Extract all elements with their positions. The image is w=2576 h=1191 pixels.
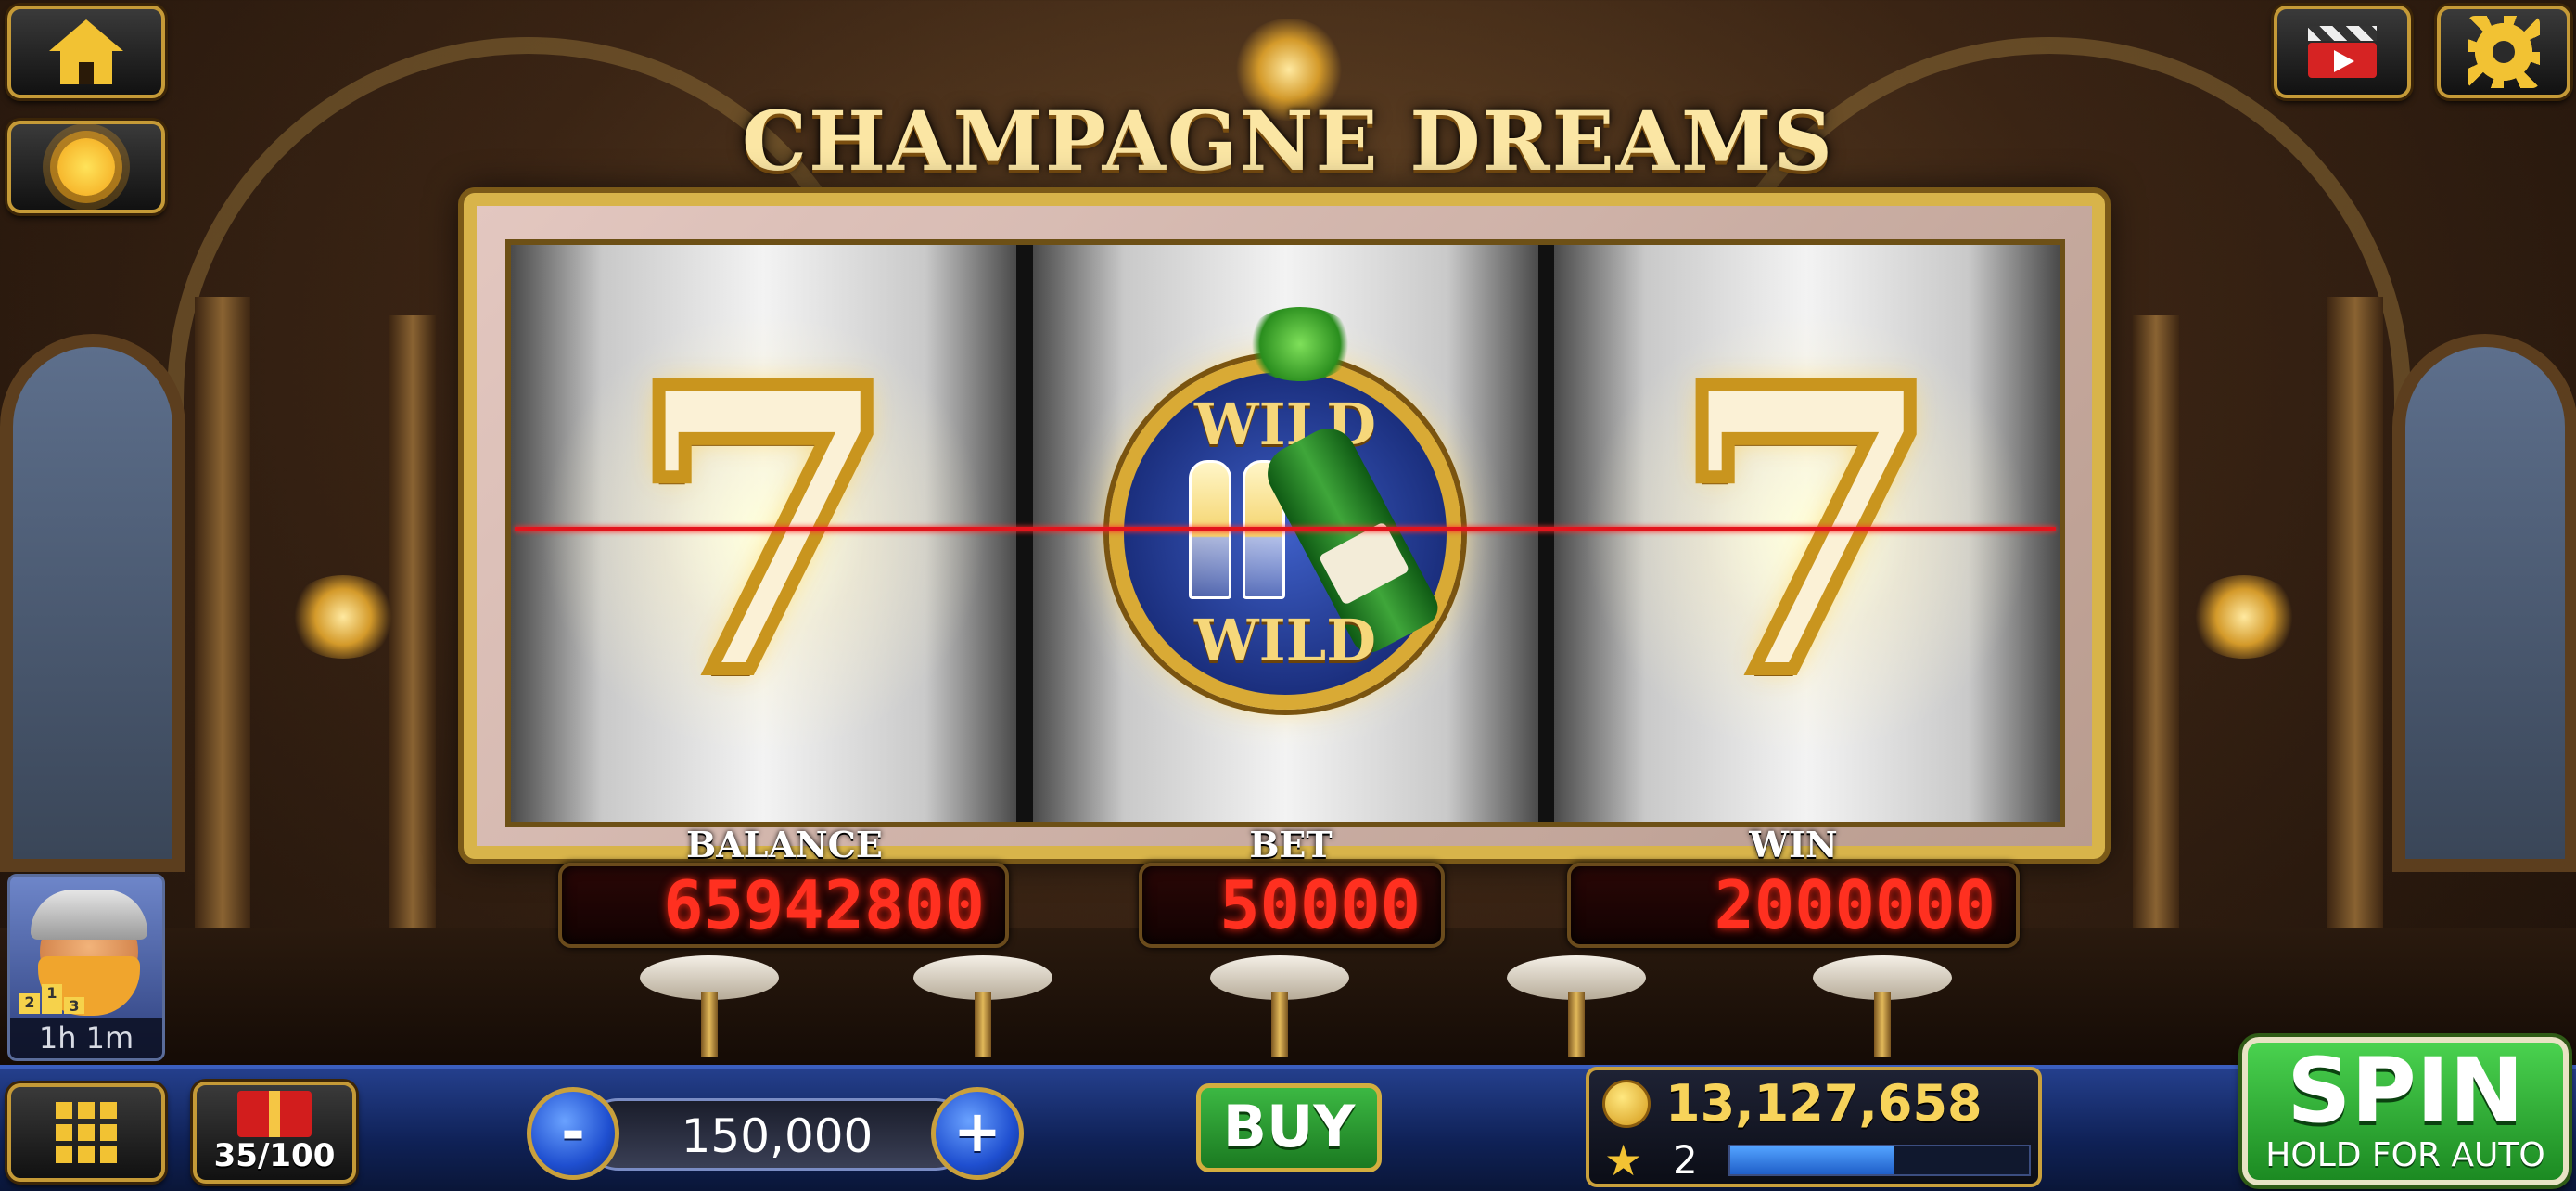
coin-balance: 13,127,658 — [1665, 1074, 1983, 1133]
gift-box-icon — [237, 1091, 312, 1137]
background-pillar — [2327, 297, 2383, 965]
background-window — [0, 334, 185, 872]
game-title: CHAMPAGNE DREAMS — [742, 93, 1834, 189]
reel-1: 7 — [511, 245, 1016, 822]
viking-helmet-icon — [31, 890, 147, 940]
podium-third: 3 — [64, 997, 84, 1015]
bar-stool-leg — [1874, 992, 1891, 1057]
coin-level-panel[interactable]: 13,127,658 ★ 2 — [1586, 1067, 2042, 1187]
coin-icon — [1602, 1080, 1651, 1128]
spin-hold-hint: HOLD FOR AUTO — [2265, 1136, 2545, 1174]
podium-second: 2 — [19, 993, 40, 1014]
decrease-bet-button[interactable]: - — [527, 1087, 619, 1180]
player-level: 2 — [1673, 1137, 1698, 1183]
tournament-timer: 1h 1m — [10, 1018, 162, 1058]
floor — [0, 928, 2576, 1076]
spin-button[interactable]: SPIN HOLD FOR AUTO — [2242, 1037, 2569, 1185]
video-icon — [2308, 26, 2377, 78]
podium-first: 1 — [42, 984, 62, 1014]
spin-label: SPIN — [2287, 1039, 2524, 1143]
settings-button[interactable] — [2437, 6, 2570, 98]
buy-button[interactable]: BUY — [1196, 1083, 1382, 1172]
background-pillar — [2133, 315, 2179, 965]
bet-selector: 150,000 - + — [527, 1083, 1024, 1184]
payline — [515, 527, 2056, 531]
reel-2: WILD WILD — [1032, 245, 1538, 822]
avatar[interactable]: 2 1 3 1h 1m — [7, 874, 165, 1061]
balance-meter: 65942800 — [558, 863, 1009, 948]
win-label: WIN — [1749, 824, 1838, 865]
gear-icon — [2468, 16, 2540, 88]
chandelier — [2188, 575, 2300, 659]
sun-icon — [57, 138, 115, 196]
home-button[interactable] — [7, 6, 165, 98]
gift-progress-button[interactable]: 35/100 — [193, 1082, 356, 1184]
seven-symbol: 7 — [621, 304, 905, 762]
daily-bonus-button[interactable] — [7, 121, 165, 213]
bet-label: BET — [1249, 824, 1333, 865]
seven-symbol: 7 — [1664, 304, 1948, 762]
win-meter: 2000000 — [1567, 863, 2020, 948]
reel-3: 7 — [1554, 245, 2060, 822]
gift-count: 35/100 — [213, 1137, 336, 1174]
reels-window: 7 WILD WILD 7 — [505, 239, 2065, 827]
bar-stool-leg — [701, 992, 718, 1057]
bottle-label — [1318, 521, 1410, 606]
grid-menu-icon — [56, 1102, 117, 1163]
bar-stool-leg — [1568, 992, 1585, 1057]
bet-meter: 50000 — [1139, 863, 1445, 948]
background-window — [2392, 334, 2576, 872]
lobby-menu-button[interactable] — [7, 1083, 165, 1182]
background-pillar — [195, 297, 250, 965]
increase-bet-button[interactable]: + — [931, 1087, 1024, 1180]
xp-progress-fill — [1730, 1146, 1895, 1174]
bet-amount: 150,000 — [681, 1109, 874, 1163]
champagne-wild-symbol: WILD WILD — [1109, 307, 1461, 710]
xp-progress-bar — [1728, 1145, 2031, 1176]
home-icon — [49, 19, 123, 84]
bet-amount-display: 150,000 — [582, 1098, 972, 1171]
star-icon: ★ — [1604, 1135, 1643, 1185]
video-reward-button[interactable] — [2274, 6, 2411, 98]
bar-stool-leg — [1271, 992, 1288, 1057]
background-pillar — [389, 315, 436, 965]
podium-icon: 2 1 3 — [19, 984, 84, 1015]
bar-stool-leg — [975, 992, 991, 1057]
wild-bottom-text: WILD — [1194, 607, 1376, 674]
balance-label: BALANCE — [686, 824, 883, 865]
champagne-splash-icon — [1244, 307, 1356, 381]
chandelier — [287, 575, 399, 659]
